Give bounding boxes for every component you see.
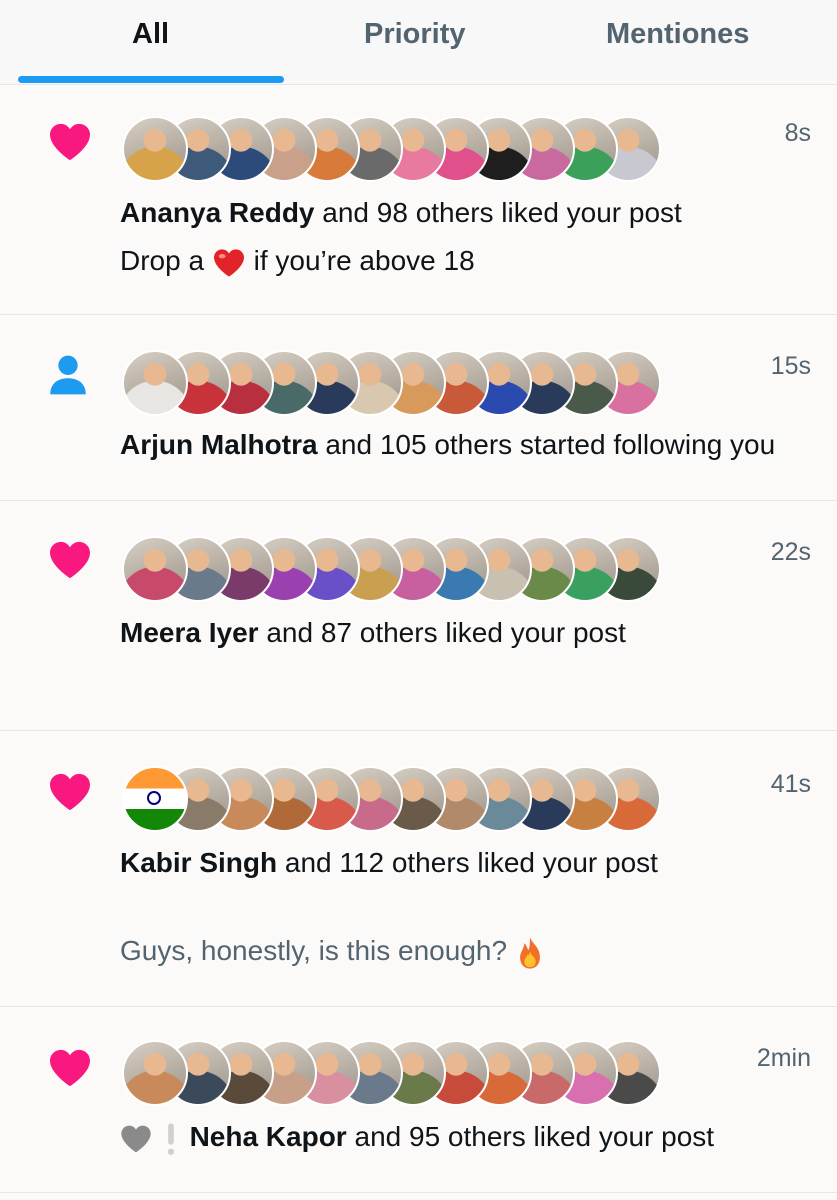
heart-icon [50, 773, 90, 811]
post-snippet[interactable]: Guys, honestly, is this enough? [120, 934, 545, 970]
notification-action: and 105 others started following you [317, 429, 776, 460]
avatar[interactable] [122, 766, 188, 832]
fire-emoji [519, 937, 540, 969]
notification-text: Kabir Singh and 112 others liked your po… [120, 846, 658, 880]
notification-action: and 112 others liked your post [277, 847, 658, 878]
user-name[interactable]: Kabir Singh [120, 847, 277, 878]
avatar[interactable] [122, 536, 188, 602]
snippet-text: Guys, honestly, is this enough? [120, 935, 508, 966]
user-name[interactable]: Neha Kapor [190, 1121, 347, 1152]
tab-all[interactable]: All [132, 16, 169, 52]
snippet-suffix: if you’re above 18 [245, 245, 475, 276]
notification-action: and 95 others liked your post [346, 1121, 715, 1152]
avatar-stack[interactable] [122, 1040, 702, 1106]
notification-text: Ananya Reddy and 98 others liked your po… [120, 196, 682, 230]
timestamp: 22s [770, 538, 811, 566]
avatar[interactable] [122, 350, 188, 416]
timestamp: 2min [756, 1044, 811, 1072]
snippet-prefix: Drop a [120, 245, 212, 276]
tab-mentions[interactable]: Mentiones [606, 16, 749, 52]
avatar[interactable] [122, 1040, 188, 1106]
person-icon [50, 355, 86, 395]
user-name[interactable]: Ananya Reddy [120, 197, 315, 228]
notification-action: and 98 others liked your post [314, 197, 682, 228]
notification-action: and 87 others liked your post [258, 617, 626, 648]
notification-item[interactable]: 8s Ananya Reddy and 98 others liked your… [0, 84, 837, 315]
avatar[interactable] [122, 116, 188, 182]
heart-icon [50, 1049, 90, 1087]
heart-icon [50, 123, 90, 161]
post-snippet[interactable]: Drop a if you’re above 18 [120, 244, 475, 278]
timestamp: 8s [784, 119, 811, 147]
avatar-stack[interactable] [122, 536, 702, 602]
notification-item[interactable]: 2min Neha Kapor and 95 others liked your… [0, 1006, 837, 1193]
red-heart-emoji [213, 248, 244, 277]
timestamp: 15s [770, 352, 811, 380]
notification-tabs: All Priority Mentiones [0, 0, 837, 85]
notification-item[interactable]: 41s Kabir Singh and 112 others liked you… [0, 730, 837, 1007]
active-tab-indicator [18, 76, 284, 83]
grey-heart-emoji [121, 1125, 151, 1152]
notification-item[interactable]: 15s Arjun Malhotra and 105 others starte… [0, 314, 837, 501]
avatar-stack[interactable] [122, 766, 702, 832]
timestamp: 41s [770, 770, 811, 798]
tab-priority[interactable]: Priority [364, 16, 466, 52]
exclamation-emoji [167, 1123, 174, 1155]
heart-icon [50, 541, 90, 579]
notification-text: Arjun Malhotra and 105 others started fo… [120, 428, 820, 462]
avatar-stack[interactable] [122, 116, 702, 182]
avatar-stack[interactable] [122, 350, 702, 416]
user-name[interactable]: Arjun Malhotra [120, 429, 318, 460]
notification-text: Neha Kapor and 95 others liked your post [120, 1120, 714, 1156]
user-name[interactable]: Meera Iyer [120, 617, 259, 648]
notification-item[interactable]: 22s Meera Iyer and 87 others liked your … [0, 500, 837, 731]
notification-text: Meera Iyer and 87 others liked your post [120, 616, 626, 650]
